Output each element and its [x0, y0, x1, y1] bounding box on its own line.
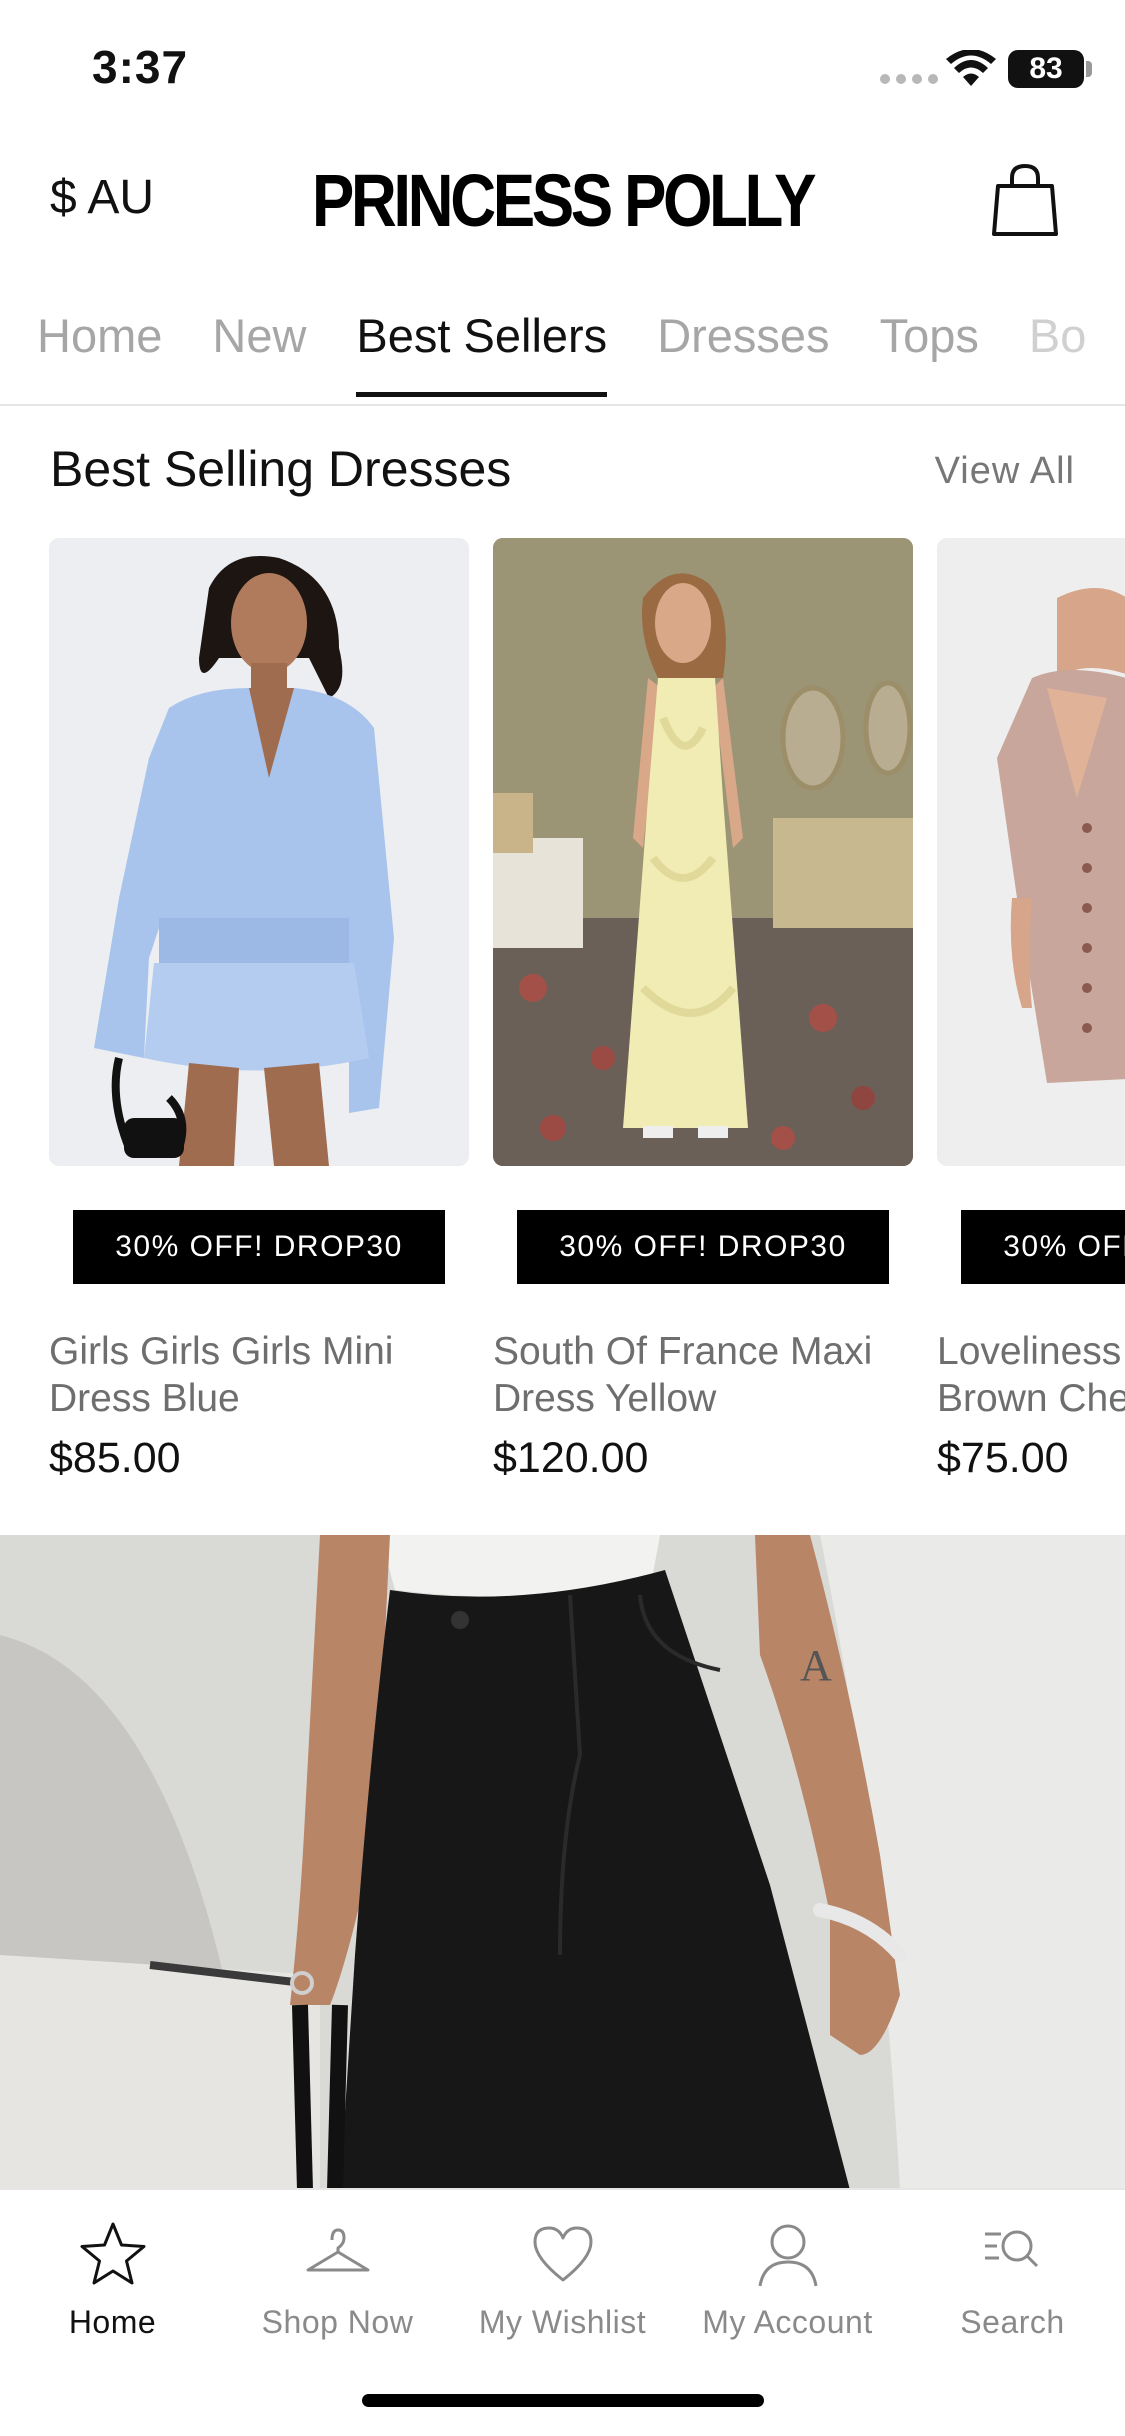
hanger-icon — [306, 2228, 369, 2272]
promo-badge: 30% OFF! DROP30 — [73, 1210, 445, 1284]
nav-home[interactable]: Home — [0, 2218, 225, 2341]
nav-account[interactable]: My Account — [675, 2218, 900, 2341]
tab-bottoms[interactable]: Bo — [1029, 308, 1087, 397]
product-carousel[interactable]: 30% OFF! DROP30 Girls Girls Girls Mini D… — [0, 538, 1125, 1498]
svg-text:A: A — [800, 1641, 832, 1690]
product-name[interactable]: South Of France Maxi Dress Yellow — [493, 1328, 933, 1422]
nav-label: Search — [960, 2304, 1065, 2340]
product-image[interactable] — [493, 538, 913, 1166]
promo-badge: 30% OFF! DROP30 — [961, 1210, 1125, 1284]
promo-badge: 30% OFF! DROP30 — [517, 1210, 889, 1284]
product-card[interactable]: 30% OFF! DROP30 Girls Girls Girls Mini D… — [49, 538, 469, 1482]
brand-logo[interactable]: PRINCESS POLLY — [79, 158, 1047, 243]
battery-indicator: 83 — [1008, 50, 1084, 88]
tab-dresses[interactable]: Dresses — [657, 308, 829, 397]
nav-search[interactable]: Search — [900, 2218, 1125, 2341]
wifi-icon — [946, 50, 996, 86]
nav-label: My Wishlist — [478, 2304, 647, 2340]
view-all-link[interactable]: View All — [935, 450, 1075, 493]
section-title: Best Selling Dresses — [50, 441, 512, 497]
cellular-signal-icon — [880, 74, 938, 84]
product-price: $85.00 — [49, 1434, 181, 1482]
product-image[interactable] — [937, 538, 1125, 1166]
tab-home[interactable]: Home — [37, 308, 162, 397]
tab-new[interactable]: New — [212, 308, 306, 397]
app-header: $ AU PRINCESS POLLY — [0, 140, 1125, 265]
product-image[interactable] — [49, 538, 469, 1166]
nav-wishlist[interactable]: My Wishlist — [450, 2218, 675, 2341]
tab-tops[interactable]: Tops — [880, 308, 979, 397]
home-indicator — [362, 2394, 764, 2407]
tab-best-sellers[interactable]: Best Sellers — [356, 308, 607, 397]
nav-label: Home — [68, 2304, 157, 2340]
battery-nub — [1086, 61, 1092, 77]
person-icon — [758, 2224, 817, 2287]
star-icon — [80, 2222, 145, 2285]
product-name[interactable]: Loveliness Brown Che — [937, 1328, 1125, 1422]
search-list-icon — [984, 2230, 1038, 2268]
heart-icon — [533, 2226, 592, 2282]
nav-label: My Account — [702, 2304, 873, 2340]
status-bar: 3:37 83 — [0, 0, 1125, 140]
product-price: $120.00 — [493, 1434, 649, 1482]
product-name[interactable]: Girls Girls Girls Mini Dress Blue — [49, 1328, 489, 1422]
category-tabs: Home New Best Sellers Dresses Tops Bo — [0, 290, 1125, 406]
status-time: 3:37 — [92, 41, 189, 93]
shopping-bag-icon[interactable] — [990, 162, 1060, 238]
product-card[interactable]: 30% OFF! DROP30 Loveliness Brown Che $75… — [937, 538, 1125, 1482]
product-card[interactable]: 30% OFF! DROP30 South Of France Maxi Dre… — [493, 538, 913, 1482]
promo-banner-image[interactable]: A — [0, 1535, 1125, 2190]
product-price: $75.00 — [937, 1434, 1069, 1482]
nav-label: Shop Now — [261, 2304, 414, 2340]
nav-shop-now[interactable]: Shop Now — [225, 2218, 450, 2341]
